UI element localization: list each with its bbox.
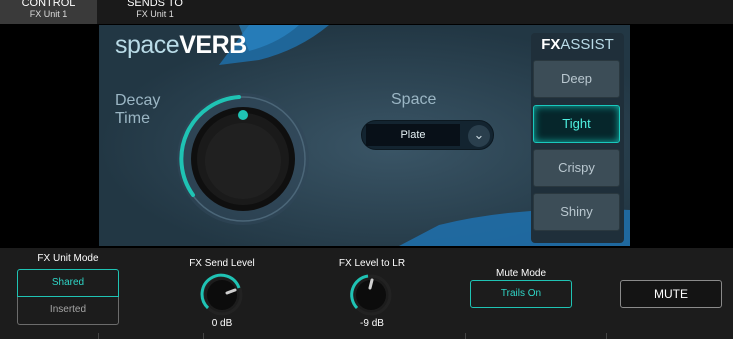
fx-assist-panel: FXASSIST Deep Tight Crispy Shiny bbox=[531, 33, 624, 243]
fx-unit-mode-inserted[interactable]: Inserted bbox=[17, 297, 119, 325]
tab-control-title: CONTROL bbox=[21, 0, 76, 9]
tab-sends-to-subtitle: FX Unit 1 bbox=[136, 9, 174, 19]
mute-button[interactable]: MUTE bbox=[620, 280, 722, 308]
chevron-down-icon[interactable]: ⌄ bbox=[468, 125, 490, 147]
spaceverb-plugin-panel: spaceVERB Decay Time Space Plate ⌄ FXASS… bbox=[99, 25, 630, 246]
divider bbox=[203, 333, 204, 339]
fx-assist-title-bold: FX bbox=[541, 36, 561, 53]
fx-send-level-value: 0 dB bbox=[211, 318, 233, 329]
fx-assist-title: FXASSIST bbox=[531, 36, 624, 53]
fx-assist-deep-button[interactable]: Deep bbox=[533, 60, 620, 98]
fx-level-to-lr-label: FX Level to LR bbox=[338, 258, 406, 269]
space-label: Space bbox=[391, 91, 437, 108]
mute-mode-button[interactable]: Trails On bbox=[470, 280, 572, 308]
decay-time-knob[interactable] bbox=[173, 77, 333, 227]
divider bbox=[465, 333, 466, 339]
divider bbox=[98, 333, 99, 339]
fx-unit-mode-label: FX Unit Mode bbox=[37, 253, 99, 264]
mute-mode-label: Mute Mode bbox=[495, 268, 547, 279]
decay-knob-indicator bbox=[238, 110, 248, 120]
fx-send-level-knob[interactable] bbox=[199, 272, 245, 318]
tab-sends-to[interactable]: SENDS TO FX Unit 1 bbox=[107, 0, 203, 24]
space-select[interactable]: Plate ⌄ bbox=[361, 120, 494, 150]
fx-assist-shiny-button[interactable]: Shiny bbox=[533, 193, 620, 231]
tab-control-subtitle: FX Unit 1 bbox=[29, 9, 68, 19]
tab-sends-to-title: SENDS TO bbox=[127, 0, 183, 9]
fx-level-to-lr-knob[interactable] bbox=[348, 272, 394, 318]
fx-assist-title-light: ASSIST bbox=[560, 36, 614, 53]
fx-assist-tight-button[interactable]: Tight bbox=[533, 105, 620, 143]
fx-send-level-label: FX Send Level bbox=[189, 258, 255, 269]
tab-control[interactable]: CONTROL FX Unit 1 bbox=[0, 0, 97, 24]
fx-unit-screen: CONTROL FX Unit 1 SENDS TO FX Unit 1 spa… bbox=[0, 0, 733, 339]
logo-light-text: space bbox=[115, 31, 180, 59]
tab-bar: CONTROL FX Unit 1 SENDS TO FX Unit 1 bbox=[0, 0, 733, 24]
logo-bold-text: VERB bbox=[179, 31, 247, 59]
divider bbox=[606, 333, 607, 339]
spaceverb-logo: spaceVERB bbox=[115, 31, 247, 60]
space-select-value: Plate bbox=[366, 124, 460, 146]
fx-unit-mode-selector: Shared Inserted bbox=[17, 269, 119, 325]
fx-level-to-lr-value: -9 dB bbox=[360, 318, 384, 329]
fx-assist-crispy-button[interactable]: Crispy bbox=[533, 149, 620, 187]
fx-unit-mode-shared[interactable]: Shared bbox=[17, 269, 119, 297]
